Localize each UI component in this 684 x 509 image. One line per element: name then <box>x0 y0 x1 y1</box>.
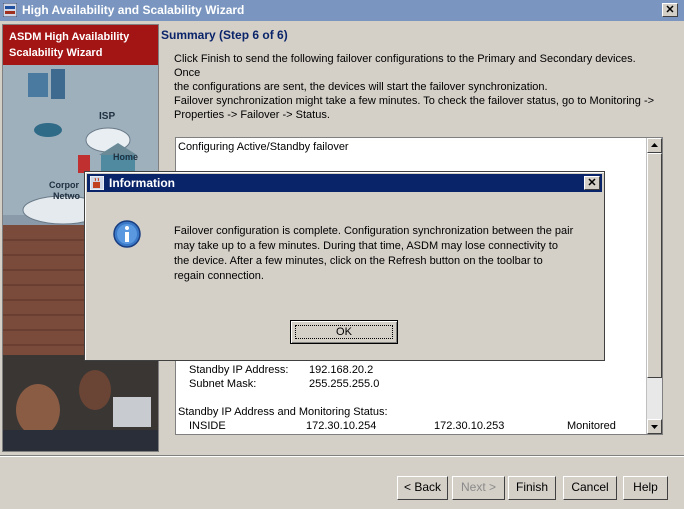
window-title: High Availability and Scalability Wizard <box>22 3 245 17</box>
row-ip1: 172.30.10.254 <box>306 420 377 432</box>
banner-line1: ASDM High Availability <box>9 31 130 43</box>
intro-line3: Failover synchronization might take a fe… <box>174 95 655 107</box>
standby-ip-label: Standby IP Address: <box>189 364 289 376</box>
help-button[interactable]: Help <box>623 476 668 500</box>
row-ip2: 172.30.10.253 <box>434 420 505 432</box>
focus-ring <box>295 325 393 339</box>
arrow-down-icon <box>651 425 658 429</box>
wizard-banner: ASDM High Availability Scalability Wizar… <box>3 25 158 65</box>
dialog-message-line3: the device. After a few minutes, click o… <box>174 255 543 267</box>
row-interface: INSIDE <box>189 420 226 432</box>
subnet-label: Subnet Mask: <box>189 378 257 390</box>
dialog-message: Failover configuration is complete. Conf… <box>174 224 584 284</box>
dialog-message-line2: may take up to a few minutes. During tha… <box>174 240 558 252</box>
corporate-label-2: Netwo <box>53 191 80 201</box>
home-label: Home <box>113 152 139 162</box>
row-status: Monitored <box>567 420 616 432</box>
summary-scrollbar[interactable] <box>646 138 662 434</box>
info-icon <box>113 220 141 248</box>
banner-line2: Scalability Wizard <box>9 47 103 59</box>
subnet-value: 255.255.255.0 <box>309 378 380 390</box>
corporate-label-1: Corpor <box>49 180 79 190</box>
dialog-title: Information <box>109 176 175 190</box>
scroll-up-button[interactable] <box>647 138 662 153</box>
intro-line2: the configurations are sent, the devices… <box>174 81 548 93</box>
summary-intro: Click Finish to send the following failo… <box>174 52 664 122</box>
footer-separator <box>0 455 684 457</box>
close-icon: ✕ <box>587 177 597 189</box>
cancel-button[interactable]: Cancel <box>563 476 617 500</box>
finish-button[interactable]: Finish <box>508 476 556 500</box>
dialog-titlebar: Information ✕ <box>87 174 602 192</box>
intro-line4: Properties -> Failover -> Status. <box>174 109 330 121</box>
arrow-up-icon <box>651 143 658 147</box>
app-icon <box>3 3 17 17</box>
dialog-close-button[interactable]: ✕ <box>584 176 600 190</box>
close-icon: ✕ <box>665 4 675 16</box>
step-heading: Summary (Step 6 of 6) <box>161 28 288 42</box>
dialog-message-line1: Failover configuration is complete. Conf… <box>174 225 574 237</box>
java-cup-icon <box>90 176 104 190</box>
ok-button[interactable]: OK <box>290 320 398 344</box>
monitoring-header: Standby IP Address and Monitoring Status… <box>178 406 388 418</box>
information-dialog: Information ✕ Failover configuration is … <box>84 171 605 361</box>
step-heading-bar: Summary (Step 6 of 6) <box>160 24 682 46</box>
standby-ip-value: 192.168.20.2 <box>309 364 374 376</box>
isp-label: ISP <box>99 111 116 122</box>
dialog-message-line4: regain connection. <box>174 270 264 282</box>
window-close-button[interactable]: ✕ <box>662 3 678 17</box>
window-titlebar: High Availability and Scalability Wizard… <box>0 0 684 21</box>
summary-header: Configuring Active/Standby failover <box>178 141 349 153</box>
scroll-down-button[interactable] <box>647 419 662 434</box>
back-button[interactable]: < Back <box>397 476 448 500</box>
intro-line1: Click Finish to send the following failo… <box>174 53 636 79</box>
next-button[interactable]: Next > <box>452 476 505 500</box>
scroll-thumb[interactable] <box>647 153 662 378</box>
